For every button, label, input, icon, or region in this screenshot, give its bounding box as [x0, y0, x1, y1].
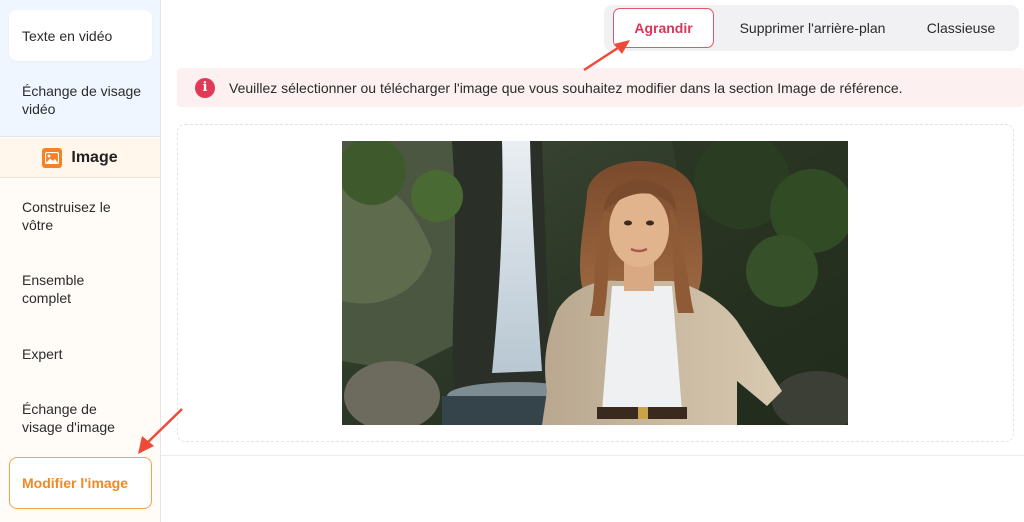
sidebar-item-modifier-image[interactable]: Modifier l'image [9, 457, 152, 509]
sidebar-item-expert[interactable]: Expert [22, 345, 62, 363]
preview-image [342, 141, 848, 425]
alert-text: Veuillez sélectionner ou télécharger l'i… [229, 79, 903, 96]
tool-tabs: Agrandir Supprimer l'arrière-plan Classi… [604, 5, 1019, 51]
sidebar: Texte en vidéo Échange de visage vidéo I… [0, 0, 161, 522]
tab-classieuse[interactable]: Classieuse [911, 8, 1011, 48]
sidebar-item-construisez[interactable]: Construisez le vôtre [22, 198, 132, 234]
sidebar-section-image: Image [0, 138, 160, 178]
tab-supprimer-arriere-plan[interactable]: Supprimer l'arrière-plan [722, 8, 903, 48]
divider [161, 455, 1024, 456]
image-icon [42, 147, 63, 168]
sidebar-item-echange-visage-video[interactable]: Échange de visage vidéo [22, 82, 142, 118]
sidebar-video-group: Texte en vidéo Échange de visage vidéo [0, 0, 160, 137]
sidebar-item-label[interactable]: Texte en vidéo [22, 27, 112, 45]
tab-agrandir[interactable]: Agrandir [613, 8, 714, 48]
info-icon: i [195, 77, 215, 98]
alert-banner: i Veuillez sélectionner ou télécharger l… [177, 68, 1024, 107]
sidebar-section-label: Image [71, 148, 118, 166]
sidebar-item-echange-visage-image[interactable]: Échange de visage d'image [22, 400, 132, 436]
sidebar-item-ensemble-complet[interactable]: Ensemble complet [22, 271, 122, 307]
